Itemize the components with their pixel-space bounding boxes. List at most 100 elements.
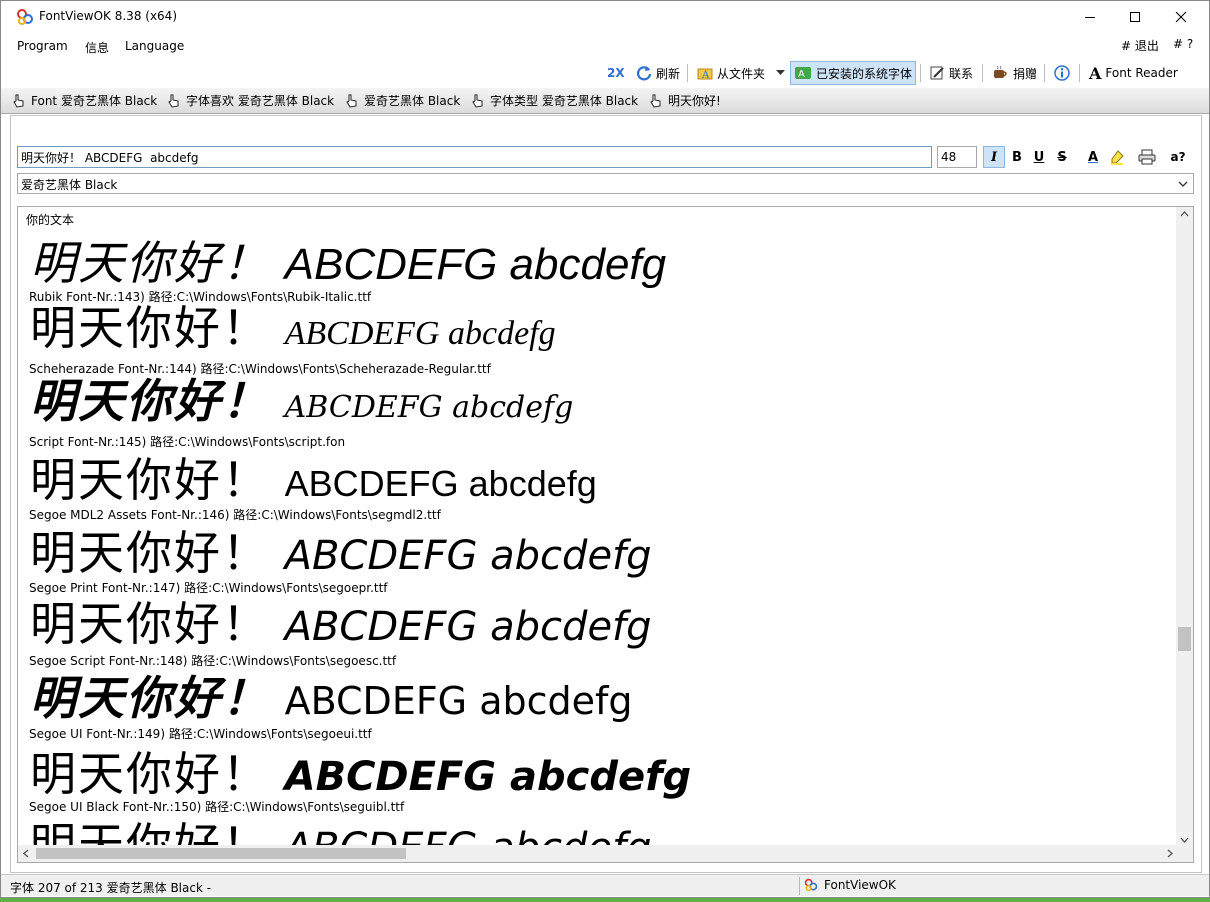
horizontal-scroll-thumb[interactable]	[36, 848, 406, 859]
font-size-input[interactable]	[937, 146, 977, 168]
font-caption: Segoe UI Black Font-Nr.:150) 路径:C:\Windo…	[29, 800, 405, 814]
toolbar-separator	[687, 64, 688, 82]
info-button[interactable]	[1051, 61, 1073, 85]
status-app-name: FontViewOK	[804, 878, 896, 892]
font-reader-button[interactable]: A Font Reader	[1086, 61, 1181, 85]
menu-language[interactable]: Language	[125, 39, 184, 53]
sample-latin-text: ABCDEFG abcdefg	[284, 533, 652, 579]
sample-cjk-text: 明天你好！	[30, 236, 270, 290]
sample-cjk-text: 明天你好！	[30, 453, 270, 507]
path-item-text[interactable]: 明天你好!	[648, 92, 721, 109]
menu-info[interactable]: 信息	[85, 39, 109, 56]
font-sample-segoe-script[interactable]: 明天你好！ ABCDEFG abcdefg	[30, 601, 652, 647]
vertical-scroll-thumb[interactable]	[1178, 627, 1191, 651]
strikethrough-button[interactable]: S	[1051, 146, 1073, 168]
highlighter-icon	[1111, 150, 1124, 165]
font-color-button[interactable]: A	[1082, 146, 1104, 168]
font-sample-segoe-mdl2[interactable]: 明天你好！ ABCDEFG abcdefg	[30, 457, 597, 503]
contact-button[interactable]: 联系	[926, 61, 976, 85]
path-item-type[interactable]: 字体类型 爱奇艺黑体 Black	[470, 92, 638, 109]
preview-header: 你的文本	[26, 213, 75, 227]
italic-button[interactable]: I	[983, 146, 1005, 168]
minimize-button[interactable]	[1067, 1, 1113, 32]
zoom-2x-button[interactable]: 2X	[604, 61, 628, 85]
path-item-font[interactable]: Font 爱奇艺黑体 Black	[11, 92, 157, 109]
sample-cjk-text: 明天你好！	[30, 597, 270, 651]
donate-button[interactable]: 捐赠	[988, 61, 1040, 85]
path-item-label: 爱奇艺黑体 Black	[364, 94, 461, 108]
refresh-label: 刷新	[656, 66, 681, 81]
help-menu[interactable]: # ?	[1173, 37, 1193, 51]
font-sample-segoe-print[interactable]: 明天你好！ ABCDEFG abcdefg	[30, 530, 652, 576]
sample-latin-text: ABCDEFG abcdefg	[284, 463, 597, 504]
svg-text:A: A	[701, 70, 710, 81]
installed-fonts-label: 已安装的系统字体	[816, 66, 913, 81]
font-sample-script[interactable]: 明天你好！ ABCDEFG abcdefg	[30, 378, 573, 424]
chevron-down-icon[interactable]	[1180, 837, 1189, 843]
sample-latin-text: ABCDEFG abcdefg	[284, 240, 667, 289]
folder-dropdown-button[interactable]	[773, 61, 788, 85]
font-caption: Segoe MDL2 Assets Font-Nr.:146) 路径:C:\Wi…	[29, 508, 441, 522]
font-sample-scheherazade[interactable]: 明天你好！ ABCDEFG abcdefg	[30, 305, 556, 351]
horizontal-scrollbar[interactable]	[18, 845, 1178, 862]
font-sample-segoe-ui[interactable]: 明天你好！ ABCDEFG abcdefg	[30, 675, 633, 721]
path-item-name[interactable]: 爱奇艺黑体 Black	[344, 92, 460, 109]
chevron-left-icon[interactable]	[23, 849, 29, 858]
printer-icon	[1138, 149, 1156, 165]
maximize-icon	[1130, 11, 1140, 22]
from-folder-label: 从文件夹	[717, 66, 766, 81]
exit-button[interactable]: # 退出	[1121, 37, 1159, 54]
close-button[interactable]	[1158, 1, 1204, 32]
from-folder-button[interactable]: A 从文件夹	[694, 61, 768, 85]
hand-pointer-icon	[472, 94, 483, 108]
sample-latin-text: ABCDEFG abcdefg	[284, 390, 574, 425]
maximize-button[interactable]	[1112, 1, 1158, 32]
font-sample-rubik[interactable]: 明天你好！ ABCDEFG abcdefg	[30, 240, 666, 287]
print-button[interactable]	[1136, 146, 1158, 168]
font-caption: Segoe Script Font-Nr.:148) 路径:C:\Windows…	[29, 654, 397, 668]
font-caption: Segoe UI Font-Nr.:149) 路径:C:\Windows\Fon…	[29, 727, 372, 741]
sample-latin-text: ABCDEFG abcdefg	[284, 604, 652, 650]
sample-cjk-text: 明天你好！	[30, 374, 270, 428]
chevron-right-icon[interactable]	[1167, 849, 1173, 858]
hand-pointer-icon	[346, 94, 357, 108]
font-sample-segoe-ui-black[interactable]: 明天你好！ ABCDEFG abcdefg	[30, 751, 691, 797]
font-select[interactable]: 爱奇艺黑体 Black	[17, 173, 1194, 194]
path-item-label: 字体喜欢 爱奇艺黑体 Black	[186, 94, 335, 108]
sample-cjk-text: 明天你好！	[30, 747, 270, 801]
pencil-note-icon	[930, 66, 944, 80]
status-bar: 字体 207 of 213 爱奇艺黑体 Black - FontViewOK	[1, 874, 1209, 896]
underline-button[interactable]: U	[1028, 146, 1050, 168]
toolbar-separator	[1044, 64, 1045, 82]
toolbar-separator	[920, 64, 921, 82]
font-caption: Segoe Print Font-Nr.:147) 路径:C:\Windows\…	[29, 581, 388, 595]
status-font-count: 字体 207 of 213 爱奇艺黑体 Black -	[10, 881, 212, 895]
installed-fonts-icon: A	[795, 67, 811, 80]
refresh-icon	[636, 66, 652, 81]
installed-fonts-button[interactable]: A 已安装的系统字体	[790, 61, 917, 85]
char-help-button[interactable]: a?	[1167, 146, 1189, 168]
bold-button[interactable]: B	[1006, 146, 1028, 168]
app-window: FontViewOK 8.38 (x64) Program 信息 Languag…	[0, 0, 1210, 898]
toolbar: 2X 刷新 A 从文件夹 A 已安装的系统字体 联系 捐赠 A Font Rea…	[1, 58, 1209, 88]
sample-cjk-text: 明天你好！	[30, 301, 270, 355]
svg-text:A: A	[798, 69, 805, 80]
app-logo-icon	[804, 878, 818, 892]
path-item-label: Font 爱奇艺黑体 Black	[31, 94, 158, 108]
status-separator	[799, 877, 800, 895]
vertical-scrollbar[interactable]	[1176, 207, 1193, 847]
sample-text-input[interactable]	[17, 146, 932, 168]
font-reader-label: Font Reader	[1105, 66, 1178, 80]
path-item-favorites[interactable]: 字体喜欢 爱奇艺黑体 Black	[166, 92, 334, 109]
font-preview-list[interactable]: 你的文本 明天你好！ ABCDEFG abcdefg Rubik Font-Nr…	[17, 206, 1194, 863]
sample-latin-text: ABCDEFG abcdefg	[284, 754, 692, 800]
title-bar: FontViewOK 8.38 (x64)	[1, 1, 1209, 32]
path-item-label: 字体类型 爱奇艺黑体 Black	[490, 94, 639, 108]
sample-cjk-text: 明天你好！	[30, 671, 270, 725]
sample-latin-text: ABCDEFG abcdefg	[284, 679, 633, 723]
chevron-up-icon[interactable]	[1180, 211, 1189, 217]
app-logo-icon	[16, 8, 34, 26]
highlight-button[interactable]	[1106, 146, 1128, 168]
menu-program[interactable]: Program	[17, 39, 68, 53]
refresh-button[interactable]: 刷新	[633, 61, 683, 85]
